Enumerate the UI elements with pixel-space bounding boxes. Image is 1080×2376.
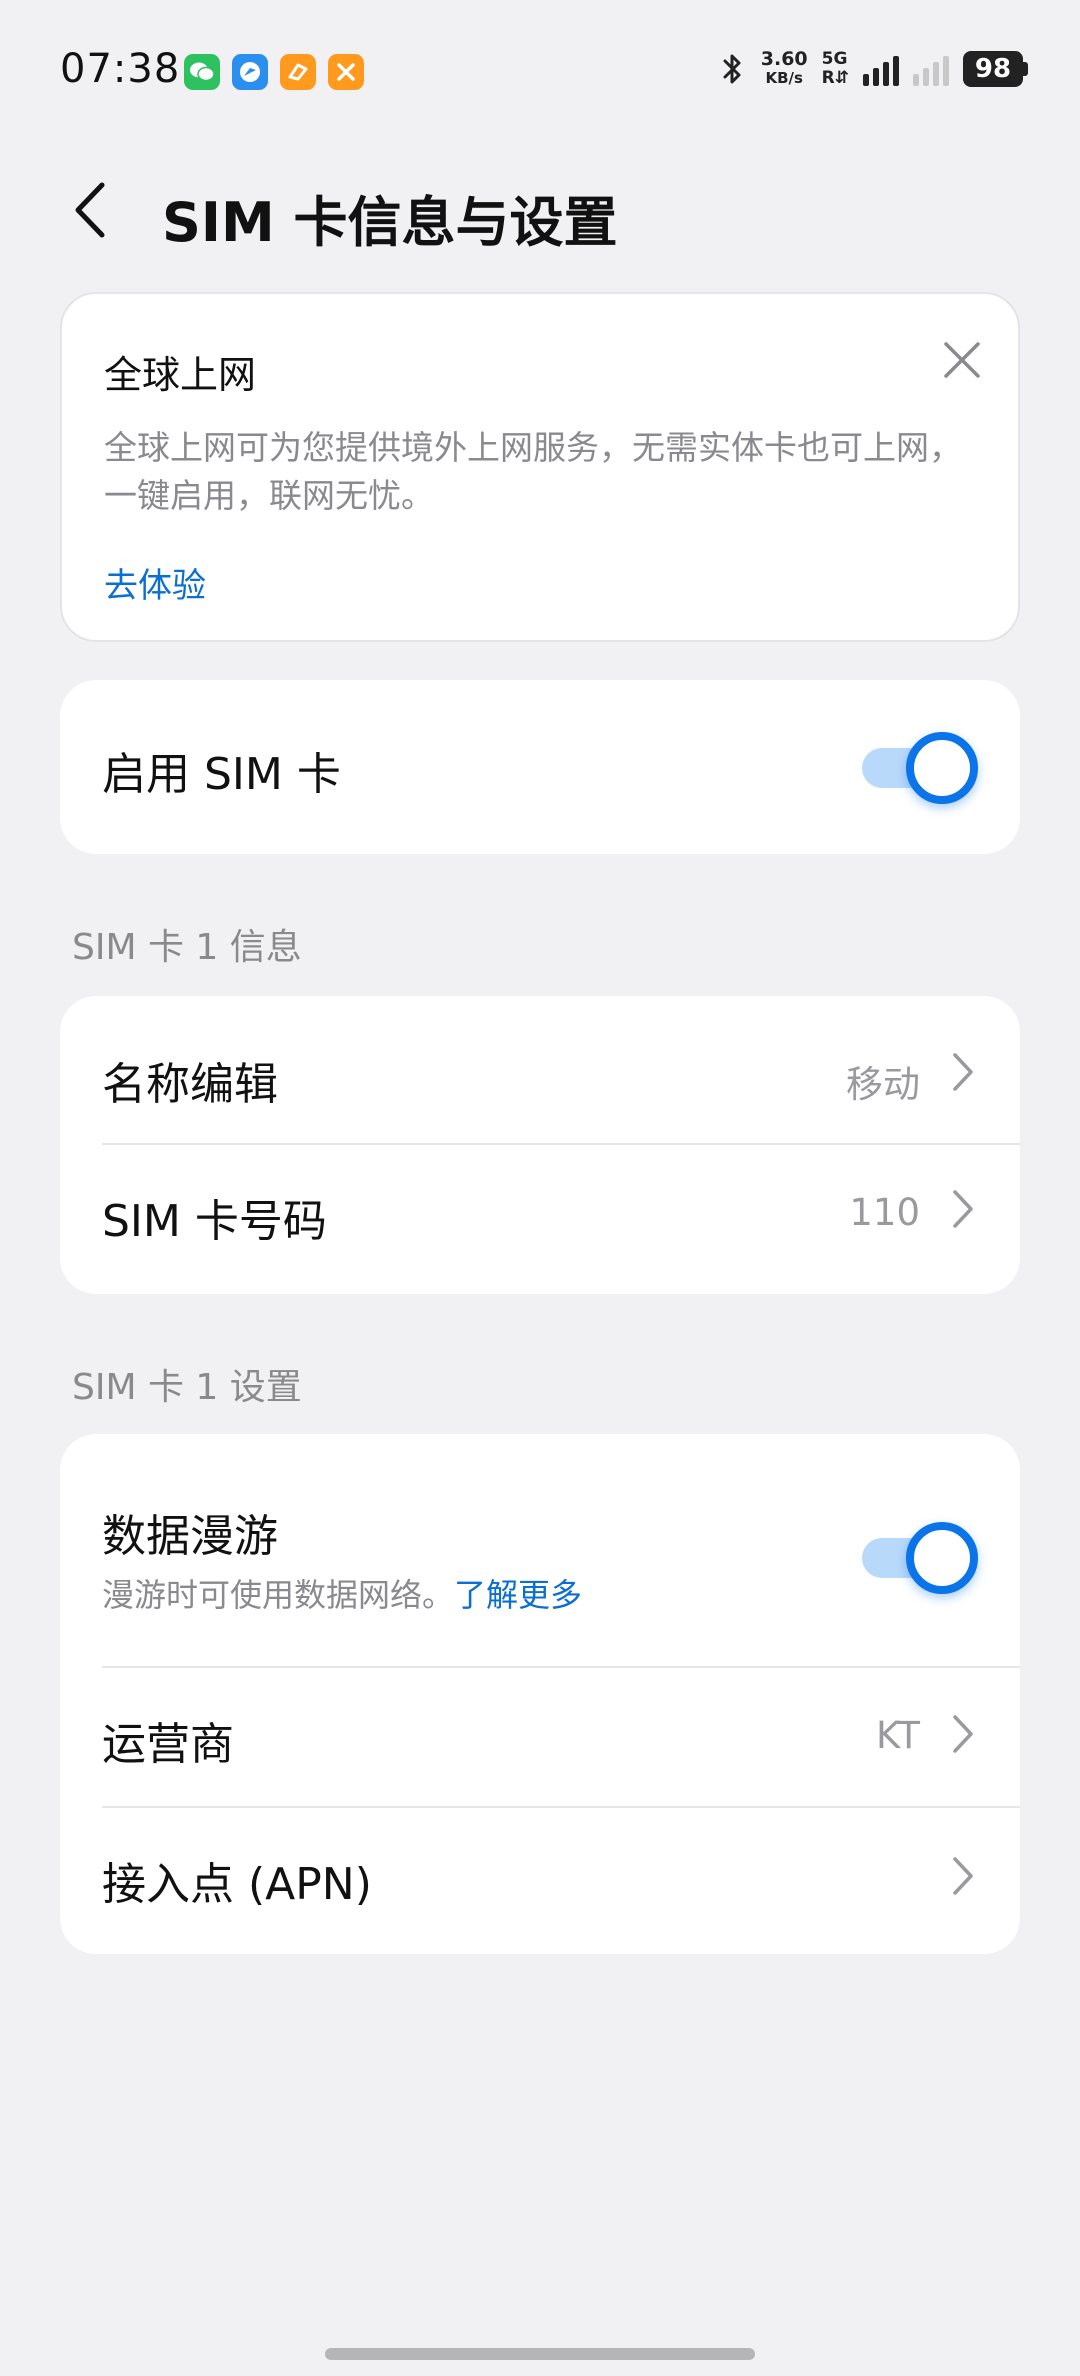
try-it-link[interactable]: 去体验 xyxy=(104,558,206,607)
data-roaming-toggle[interactable] xyxy=(862,1522,980,1594)
data-roaming-subtitle: 漫游时可使用数据网络。了解更多 xyxy=(102,1570,582,1616)
signal-strength-sim1-icon xyxy=(863,52,899,86)
notification-app-icons xyxy=(184,54,364,90)
network-speed: 3.60 KB/s xyxy=(761,50,808,88)
page-title: SIM 卡信息与设置 xyxy=(162,191,618,254)
tools-icon xyxy=(328,54,364,90)
network-speed-unit: KB/s xyxy=(765,69,803,87)
sim1-info-section-title: SIM 卡 1 信息 xyxy=(72,927,302,968)
learn-more-link[interactable]: 了解更多 xyxy=(454,1576,582,1614)
signal-strength-sim2-icon xyxy=(913,52,949,86)
apn-label: 接入点 (APN) xyxy=(102,1859,372,1910)
back-arrow-icon xyxy=(75,182,105,238)
bluetooth-icon xyxy=(723,54,741,84)
name-edit-value: 移动 xyxy=(846,1063,920,1106)
carrier-label: 运营商 xyxy=(102,1719,234,1770)
carrier-value: KT xyxy=(876,1714,920,1757)
network-type-label: 5G xyxy=(821,49,848,69)
chevron-right-icon xyxy=(953,1715,973,1753)
enable-sim-label: 启用 SIM 卡 xyxy=(102,749,341,800)
close-icon xyxy=(944,342,980,378)
data-roaming-label: 数据漫游 xyxy=(102,1511,278,1562)
data-roaming-row[interactable]: 数据漫游 漫游时可使用数据网络。了解更多 xyxy=(60,1434,1020,1666)
wechat-icon xyxy=(184,54,220,90)
promo-description: 全球上网可为您提供境外上网服务，无需实体卡也可上网，一键启用，联网无忧。 xyxy=(104,428,962,515)
battery-icon: 98 xyxy=(963,51,1028,87)
chevron-right-icon xyxy=(953,1857,973,1895)
enable-sim-toggle[interactable] xyxy=(862,732,980,804)
browser-icon xyxy=(232,54,268,90)
status-indicators: 3.60 KB/s 5G R⇵ 98 xyxy=(719,50,1028,88)
sim-number-label: SIM 卡号码 xyxy=(102,1196,327,1247)
home-indicator[interactable] xyxy=(325,2348,755,2360)
chevron-right-icon xyxy=(953,1053,973,1091)
carrier-row[interactable]: 运营商 KT xyxy=(60,1668,1020,1806)
roaming-indicator: R⇵ xyxy=(821,68,849,88)
network-speed-value: 3.60 xyxy=(760,48,808,70)
back-button[interactable] xyxy=(60,178,120,242)
sim1-settings-section-title: SIM 卡 1 设置 xyxy=(72,1367,302,1408)
app-orange-icon xyxy=(280,54,316,90)
promo-title: 全球上网 xyxy=(104,353,257,397)
sim1-info-card: 名称编辑 移动 SIM 卡号码 110 xyxy=(60,996,1020,1294)
chevron-right-icon xyxy=(953,1190,973,1228)
name-edit-row[interactable]: 名称编辑 移动 xyxy=(60,996,1020,1144)
sim-number-row[interactable]: SIM 卡号码 110 xyxy=(60,1145,1020,1294)
sim1-settings-card: 数据漫游 漫游时可使用数据网络。了解更多 运营商 KT 接入点 (APN) xyxy=(60,1434,1020,1954)
sim-number-value: 110 xyxy=(849,1191,920,1234)
global-internet-card: 全球上网 全球上网可为您提供境外上网服务，无需实体卡也可上网，一键启用，联网无忧… xyxy=(60,292,1020,642)
data-roaming-subtitle-text: 漫游时可使用数据网络。 xyxy=(102,1576,455,1614)
name-edit-label: 名称编辑 xyxy=(102,1059,278,1110)
network-type: 5G R⇵ xyxy=(822,50,849,88)
status-time: 07:38 xyxy=(60,46,181,92)
status-bar: 07:38 3.60 KB/s 5G R⇵ 98 xyxy=(0,0,1080,150)
enable-sim-card: 启用 SIM 卡 xyxy=(60,680,1020,854)
close-button[interactable] xyxy=(940,338,984,382)
apn-row[interactable]: 接入点 (APN) xyxy=(60,1808,1020,1954)
battery-level: 98 xyxy=(963,51,1023,87)
page-header: SIM 卡信息与设置 xyxy=(0,160,1080,260)
